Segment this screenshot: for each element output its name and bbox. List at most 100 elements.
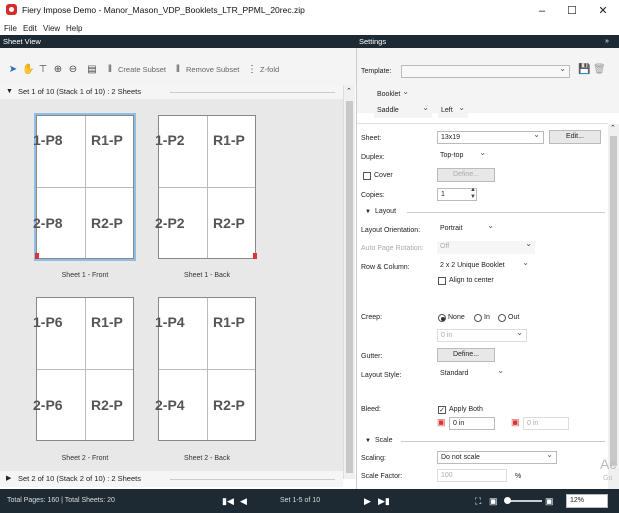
scale-section-header[interactable]: Scale bbox=[375, 437, 393, 444]
close-button[interactable]: ✕ bbox=[588, 2, 618, 20]
creep-none-radio[interactable] bbox=[438, 314, 446, 322]
create-subset-button[interactable]: Create Subset bbox=[118, 64, 166, 76]
page-label: R1-P bbox=[91, 314, 123, 330]
binding-side-select[interactable]: Left bbox=[438, 102, 468, 118]
creep-out-radio[interactable] bbox=[498, 314, 506, 322]
scale-factor-unit: % bbox=[515, 473, 522, 480]
fit-page-icon[interactable]: ⛶ bbox=[475, 495, 481, 507]
layout-collapse-icon[interactable]: ▼ bbox=[365, 209, 371, 215]
stack-1-label: Set 1 of 10 (Stack 1 of 10) : 2 Sheets bbox=[18, 87, 141, 96]
apply-both-checkbox[interactable]: ✓ bbox=[438, 406, 446, 414]
page-label: R2-P bbox=[91, 215, 123, 231]
sheet-view-scrollbar[interactable]: ⌃ bbox=[343, 85, 355, 479]
first-page-icon[interactable]: ▮◀ bbox=[222, 495, 234, 507]
settings-panel: Template: 💾 🗑 Booklet Saddle Left Sheet:… bbox=[356, 48, 619, 489]
bleed-vertical-icon: ▣ bbox=[511, 417, 520, 427]
align-center-checkbox[interactable] bbox=[438, 277, 446, 285]
layout-orientation-label: Layout Orientation: bbox=[361, 227, 421, 234]
menu-edit[interactable]: Edit bbox=[23, 22, 37, 35]
bleed-horizontal-input[interactable]: 0 in bbox=[449, 417, 495, 430]
z-fold-button[interactable]: Z-fold bbox=[260, 64, 279, 76]
scroll-up-icon[interactable]: ⌃ bbox=[346, 87, 352, 95]
copies-stepper-icon[interactable]: ▲ ▼ bbox=[470, 187, 476, 201]
cover-define-button[interactable]: Define... bbox=[437, 168, 495, 182]
scroll-thumb[interactable] bbox=[346, 101, 353, 473]
creep-label: Creep: bbox=[361, 314, 383, 321]
sheet-1-back[interactable]: 1-P2 R1-P 2-P2 R2-P bbox=[155, 115, 257, 259]
sheet-view-title: Sheet View bbox=[3, 37, 41, 46]
hand-icon[interactable]: ✋ bbox=[22, 63, 34, 77]
select-arrow-icon[interactable]: ➤ bbox=[7, 63, 19, 77]
collapse-panel-icon[interactable]: » bbox=[605, 35, 609, 48]
zoom-out-icon[interactable]: ▣ bbox=[489, 495, 498, 507]
scale-factor-input[interactable]: 100 bbox=[437, 469, 507, 482]
cover-checkbox[interactable] bbox=[363, 172, 371, 180]
stack-2-header[interactable]: ▶ Set 2 of 10 (Stack 2 of 10) : 2 Sheets bbox=[0, 471, 343, 487]
create-subset-icon[interactable]: ‖ bbox=[104, 63, 116, 77]
page-label: R1-P bbox=[91, 132, 123, 148]
bleed-vertical-input[interactable]: 0 in bbox=[523, 417, 569, 430]
zoom-in-icon[interactable]: ⊕ bbox=[52, 63, 64, 77]
template-label: Template: bbox=[361, 68, 392, 75]
edit-sheet-button[interactable]: Edit... bbox=[549, 130, 601, 144]
menu-view[interactable]: View bbox=[43, 22, 60, 35]
layout-style-select[interactable]: Standard bbox=[437, 365, 507, 381]
stack-2-label: Set 2 of 10 (Stack 2 of 10) : 2 Sheets bbox=[18, 474, 141, 483]
gutter-label: Gutter: bbox=[361, 353, 383, 360]
page-label: 1-P6 bbox=[33, 314, 63, 330]
sheet-2-front[interactable]: 1-P6 R1-P 2-P6 R2-P bbox=[33, 297, 134, 441]
zoom-in-icon[interactable]: ▣ bbox=[545, 495, 554, 507]
scaling-select[interactable]: Do not scale bbox=[437, 449, 557, 464]
remove-subset-icon[interactable]: ‖ bbox=[172, 63, 184, 77]
template-select[interactable] bbox=[401, 63, 570, 78]
set-range-text: Set 1-5 of 10 bbox=[280, 497, 321, 504]
next-page-icon[interactable]: ▶ bbox=[364, 495, 371, 507]
gutter-define-button[interactable]: Define... bbox=[437, 348, 495, 362]
trim-tool-icon[interactable]: ⊤ bbox=[37, 63, 49, 77]
scroll-up-icon[interactable]: ⌃ bbox=[610, 124, 616, 132]
menu-bar: File Edit View Help bbox=[0, 22, 619, 35]
zoom-slider[interactable] bbox=[506, 500, 542, 502]
creep-out-label: Out bbox=[508, 314, 520, 321]
zoom-out-icon[interactable]: ⊖ bbox=[67, 63, 79, 77]
settings-scrollbar[interactable]: ⌃ bbox=[608, 124, 619, 489]
binding-select[interactable]: Saddle bbox=[374, 102, 432, 118]
auto-rotation-select[interactable]: Off bbox=[437, 238, 535, 254]
totals-text: Total Pages: 160 | Total Sheets: 20 bbox=[7, 497, 115, 504]
menu-file[interactable]: File bbox=[4, 22, 17, 35]
row-column-select[interactable]: 2 x 2 Unique Booklet bbox=[437, 257, 532, 273]
scale-collapse-icon[interactable]: ▼ bbox=[365, 438, 371, 444]
z-fold-icon[interactable]: ⋮ bbox=[246, 63, 258, 77]
creep-value-input[interactable]: 0 in bbox=[437, 327, 527, 342]
row-column-label: Row & Column: bbox=[361, 264, 410, 271]
stack-1-header[interactable]: ▼ Set 1 of 10 (Stack 1 of 10) : 2 Sheets bbox=[0, 85, 343, 99]
title-bar: Fiery Impose Demo - Manor_Mason_VDP_Book… bbox=[0, 0, 619, 22]
expand-right-icon[interactable]: ▶ bbox=[6, 471, 11, 487]
zoom-slider-handle[interactable] bbox=[504, 497, 511, 504]
last-page-icon[interactable]: ▶▮ bbox=[378, 495, 390, 507]
sheet-1-front[interactable]: 1-P8 R1-P 2-P8 R2-P bbox=[33, 115, 134, 259]
expand-down-icon[interactable]: ▼ bbox=[6, 85, 13, 99]
sheet-2-back[interactable]: 1-P4 R1-P 2-P4 R2-P bbox=[155, 297, 256, 441]
maximize-button[interactable]: ☐ bbox=[557, 2, 587, 20]
layout-section-header[interactable]: Layout bbox=[375, 208, 396, 215]
zoom-level-select[interactable]: 12% bbox=[566, 494, 608, 508]
page-icon[interactable]: ▤ bbox=[86, 63, 98, 77]
cover-label: Cover bbox=[374, 172, 393, 179]
remove-subset-button[interactable]: Remove Subset bbox=[186, 64, 239, 76]
trash-icon[interactable]: 🗑 bbox=[593, 64, 606, 75]
layout-style-label: Layout Style: bbox=[361, 372, 402, 379]
save-icon[interactable]: 💾 bbox=[578, 64, 590, 75]
creep-in-radio[interactable] bbox=[474, 314, 482, 322]
menu-help[interactable]: Help bbox=[66, 22, 82, 35]
duplex-select[interactable]: Top-top bbox=[437, 147, 489, 163]
minimize-button[interactable]: – bbox=[527, 2, 557, 20]
prev-page-icon[interactable]: ◀ bbox=[240, 495, 247, 507]
copies-label: Copies: bbox=[361, 192, 385, 199]
page-label: 2-P2 bbox=[155, 215, 185, 231]
scroll-thumb[interactable] bbox=[610, 136, 617, 466]
layout-orientation-select[interactable]: Portrait bbox=[437, 220, 497, 236]
window-title: Fiery Impose Demo - Manor_Mason_VDP_Book… bbox=[22, 5, 305, 15]
booklet-type-select[interactable]: Booklet bbox=[374, 86, 412, 102]
sheet-size-select[interactable]: 13x19 bbox=[437, 129, 544, 144]
